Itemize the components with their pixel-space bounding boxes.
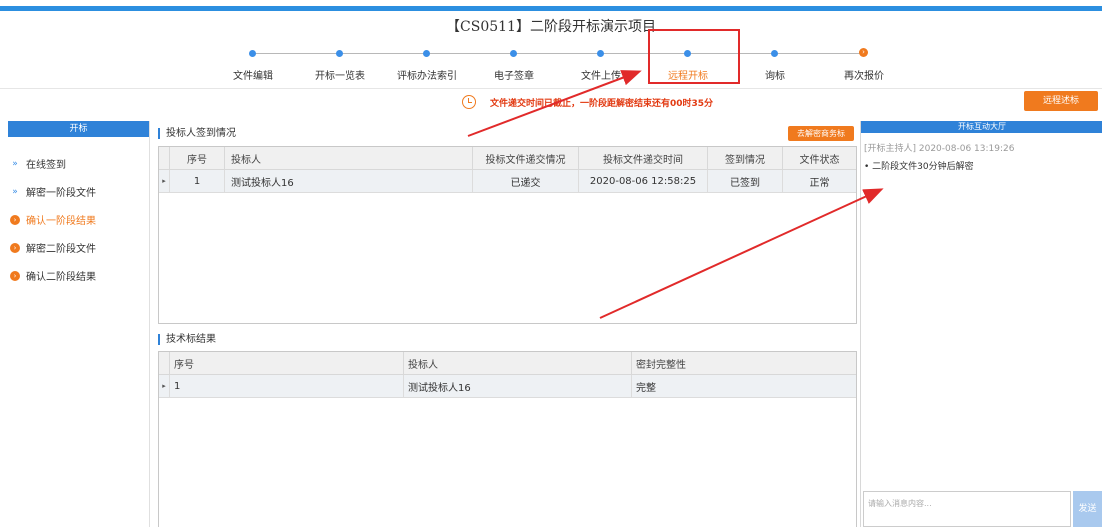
arrow-to-remote-opening	[467, 70, 642, 137]
arrow-to-chat-message	[599, 188, 884, 319]
annotation-arrows	[467, 70, 884, 319]
